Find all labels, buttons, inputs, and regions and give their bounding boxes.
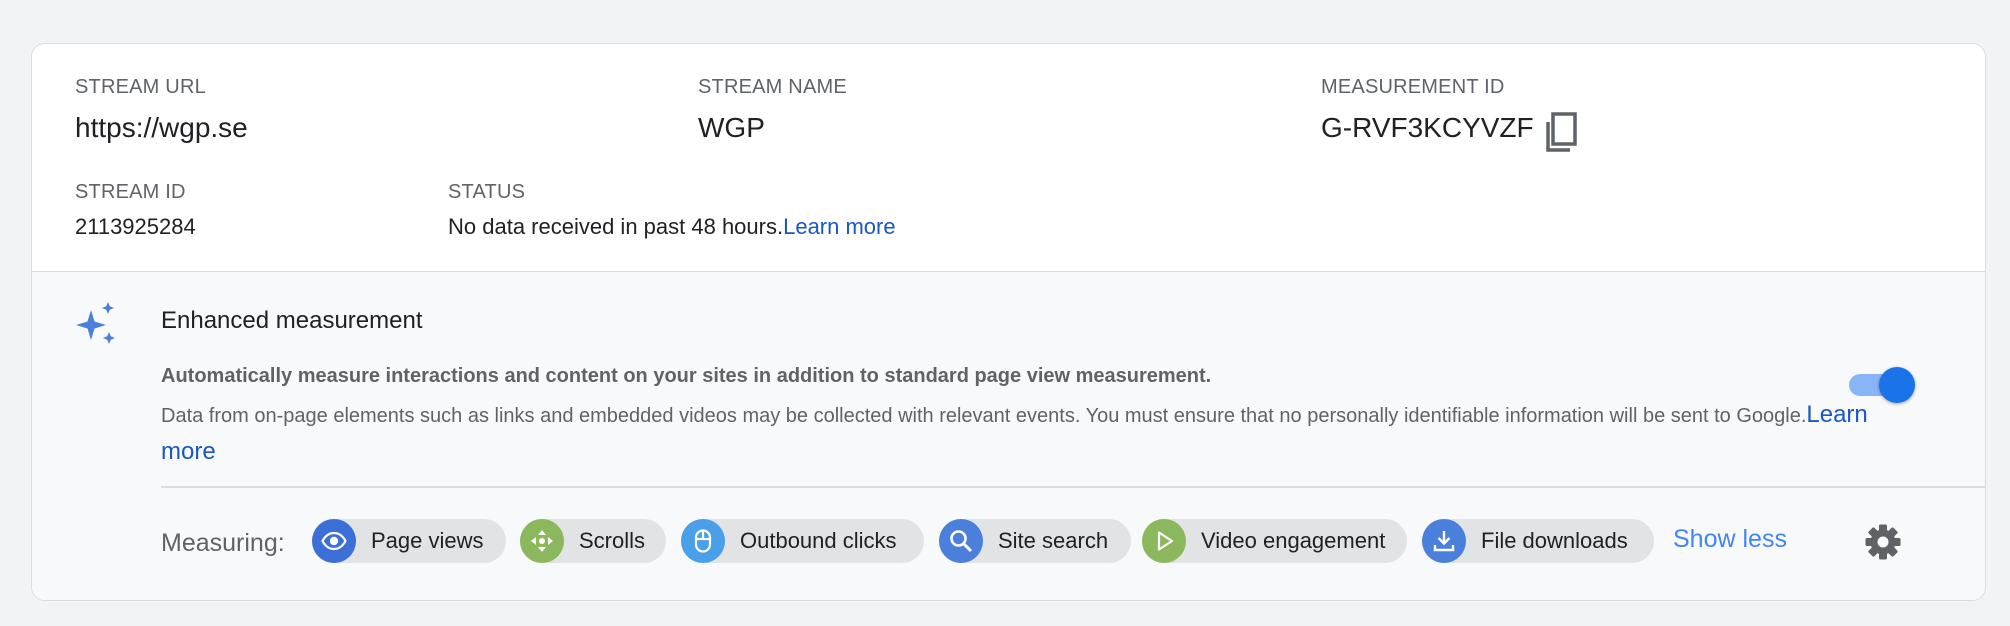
mouse-icon <box>681 519 725 563</box>
chip-page-views[interactable]: Page views <box>312 519 506 563</box>
stream-id-label: STREAM ID <box>75 181 186 203</box>
stream-url-value: https://wgp.se <box>75 112 248 143</box>
chip-label: Site search <box>998 528 1109 553</box>
download-icon <box>1422 519 1466 563</box>
chip-scrolls[interactable]: Scrolls <box>520 519 666 563</box>
description-text: Data from on-page elements such as links… <box>161 405 1807 427</box>
chip-label: File downloads <box>1481 528 1628 553</box>
stream-details-card: STREAM URL https://wgp.se STREAM NAME WG… <box>31 43 1986 601</box>
enhanced-measurement-description: Data from on-page elements such as links… <box>161 397 1881 471</box>
copy-icon[interactable] <box>1540 110 1580 154</box>
chip-file-downloads[interactable]: File downloads <box>1422 519 1654 563</box>
stream-name-value: WGP <box>698 112 765 143</box>
chip-label: Scrolls <box>579 528 646 553</box>
search-icon <box>939 519 983 563</box>
measuring-label: Measuring: <box>161 529 285 557</box>
enhanced-measurement-section: Enhanced measurement Automatically measu… <box>32 271 1985 600</box>
measurement-id-value: G-RVF3KCYVZF <box>1321 112 1534 143</box>
chip-label: Outbound clicks <box>740 528 897 553</box>
stream-details-section: STREAM URL https://wgp.se STREAM NAME WG… <box>32 44 1985 271</box>
play-icon <box>1142 519 1186 563</box>
enhanced-measurement-toggle[interactable] <box>1847 365 1919 405</box>
chip-outbound-clicks[interactable]: Outbound clicks <box>681 519 924 563</box>
chip-video-engagement[interactable]: Video engagement <box>1142 519 1407 563</box>
chip-label: Page views <box>371 528 484 553</box>
eye-icon <box>312 519 356 563</box>
sparkle-icon <box>74 301 120 347</box>
divider <box>161 486 1985 488</box>
toggle-knob <box>1879 367 1915 403</box>
stream-id-value: 2113925284 <box>75 214 196 239</box>
scroll-arrows-icon <box>520 519 564 563</box>
enhanced-measurement-summary: Automatically measure interactions and c… <box>161 365 1212 387</box>
stream-name-label: STREAM NAME <box>698 76 847 98</box>
show-less-link[interactable]: Show less <box>1673 525 1787 554</box>
status-learn-more-link[interactable]: Learn more <box>783 214 896 239</box>
measurement-id-label: MEASUREMENT ID <box>1321 76 1505 98</box>
gear-icon[interactable] <box>1863 522 1903 562</box>
status-value: No data received in past 48 hours.Learn … <box>448 214 896 240</box>
stream-url-label: STREAM URL <box>75 76 206 98</box>
enhanced-measurement-title: Enhanced measurement <box>161 307 423 334</box>
status-text: No data received in past 48 hours. <box>448 214 784 239</box>
chip-label: Video engagement <box>1201 528 1386 553</box>
chip-site-search[interactable]: Site search <box>939 519 1131 563</box>
status-label: STATUS <box>448 181 526 203</box>
